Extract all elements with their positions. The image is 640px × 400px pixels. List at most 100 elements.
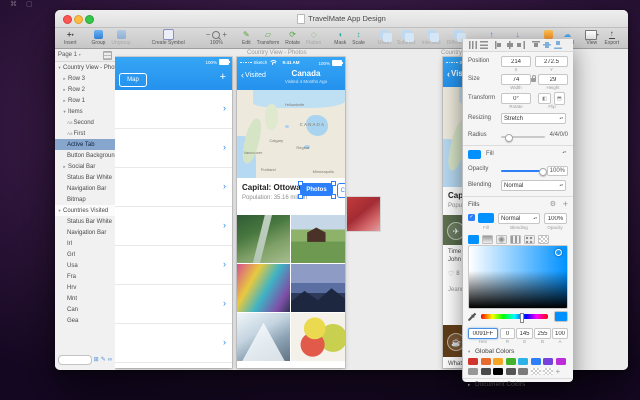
layer-row[interactable]: Usa (55, 260, 115, 271)
distribute-vertical-icon[interactable] (480, 41, 488, 49)
fill-type-pattern-tab[interactable] (524, 235, 535, 244)
photos-tab-button[interactable]: Photos (300, 183, 333, 196)
list-item[interactable]: › (115, 246, 232, 285)
add-fill-icon[interactable]: + (563, 199, 568, 209)
document-colors-header[interactable]: Document Colors (475, 381, 525, 388)
transform-button[interactable]: ▱ Transform (257, 29, 280, 46)
list-item[interactable]: › (115, 129, 232, 168)
loose-photo[interactable] (347, 197, 380, 231)
layer-row[interactable]: Bitmap (55, 194, 115, 205)
photo-mountains-dusk[interactable] (291, 264, 345, 312)
artboard-label-photos[interactable]: Country View - Photos (247, 50, 307, 56)
photo-forest[interactable] (237, 215, 290, 263)
layer-row[interactable]: Button Background (55, 150, 115, 161)
fill-swatch[interactable] (468, 150, 481, 159)
global-colors-header[interactable]: Global Colors (475, 348, 514, 355)
layer-row[interactable]: AaSecond (55, 117, 115, 128)
align-right-icon[interactable] (517, 41, 525, 49)
align-middle-icon[interactable] (543, 41, 551, 49)
fill-type-noise-tab[interactable] (538, 235, 549, 244)
constrain-lock-icon[interactable] (531, 78, 536, 82)
fill-blending-select[interactable]: Normal▴▾ (498, 213, 540, 224)
color-swatch[interactable] (493, 358, 503, 365)
list-item[interactable]: › (115, 324, 232, 363)
hue-slider[interactable] (481, 314, 548, 319)
grid-icon[interactable]: ⊞ (94, 357, 99, 363)
color-swatch[interactable] (481, 358, 491, 365)
page-selector[interactable]: Page 1 ▾ (55, 49, 115, 62)
layer-row[interactable]: Fra (55, 271, 115, 282)
zoom-in-icon[interactable]: + (222, 30, 227, 39)
insert-button[interactable]: +▾ Insert (64, 29, 77, 46)
photo-macarons[interactable] (291, 313, 345, 361)
layer-row[interactable]: Navigation Bar (55, 227, 115, 238)
layer-row[interactable]: ▸Row 1 (55, 95, 115, 106)
distribute-horizontal-icon[interactable] (469, 41, 477, 49)
alpha-input[interactable] (552, 328, 568, 339)
fill-type-linear-gradient-tab[interactable] (482, 235, 493, 244)
fill-enabled-checkbox[interactable]: ✓ (468, 214, 475, 221)
checkins-tab-button[interactable]: Check Ins (337, 183, 345, 198)
rotate-input[interactable] (501, 93, 531, 104)
list-item[interactable]: › (115, 363, 232, 368)
map-canada[interactable]: Yellowknife CANADA Calgary Regina Vancou… (237, 90, 345, 178)
page-list-toggle-icon[interactable] (103, 51, 112, 60)
align-left-icon[interactable] (495, 41, 503, 49)
zoom-control[interactable]: −+ 100% (206, 29, 227, 46)
transparent-swatch[interactable] (531, 368, 541, 375)
rotate-button[interactable]: ⟳ Rotate (285, 29, 300, 46)
infinity-icon[interactable]: ∞ (108, 357, 112, 363)
fill-color-swatch[interactable] (478, 213, 494, 223)
close-button[interactable] (63, 15, 72, 24)
like-icon[interactable]: ♡ (448, 270, 454, 278)
scale-button[interactable]: ↕ Scale (352, 29, 365, 46)
color-swatch[interactable] (556, 358, 566, 365)
transparent-swatch[interactable] (543, 368, 553, 375)
photo-snow-mountain[interactable] (237, 313, 290, 361)
minimize-button[interactable] (74, 15, 83, 24)
artboard-country-photos[interactable]: Sketch 9:41 AM 100% ‹Visited Canada Visi… (237, 57, 345, 368)
layer-search-input[interactable] (58, 355, 92, 365)
align-bottom-icon[interactable] (554, 41, 562, 49)
list-item[interactable]: › (115, 285, 232, 324)
back-button[interactable]: ‹Visited (241, 71, 266, 79)
eyedropper-icon[interactable] (468, 312, 477, 321)
view-button[interactable]: ▾ View (585, 29, 599, 46)
layer-row[interactable]: AaFirst (55, 128, 115, 139)
zoom-button[interactable] (85, 15, 94, 24)
add-button[interactable]: + (220, 71, 226, 83)
photo-barn[interactable] (291, 215, 345, 263)
color-swatch[interactable] (481, 368, 491, 375)
x-input[interactable] (501, 56, 531, 67)
fills-settings-gear-icon[interactable]: ⚙ (550, 200, 556, 208)
color-swatch[interactable] (506, 358, 516, 365)
align-center-icon[interactable] (506, 41, 514, 49)
fill-opacity-input[interactable] (544, 213, 567, 224)
add-color-icon[interactable]: + (556, 368, 561, 375)
color-swatch[interactable] (493, 368, 503, 375)
layer-row[interactable]: ▸Row 3 (55, 73, 115, 84)
layer-row[interactable]: Hrv (55, 282, 115, 293)
color-swatch[interactable] (543, 358, 553, 365)
layer-row[interactable]: Mnt (55, 293, 115, 304)
fill-type-radial-gradient-tab[interactable] (496, 235, 507, 244)
layer-row[interactable]: ▸Row 2 (55, 84, 115, 95)
pencil-icon[interactable]: ✎ (101, 357, 106, 363)
green-input[interactable] (516, 328, 533, 339)
saturation-brightness-picker[interactable] (468, 245, 568, 309)
list-item[interactable]: › (115, 207, 232, 246)
flip-horizontal-button[interactable]: ◧ (538, 93, 551, 104)
blue-input[interactable] (534, 328, 551, 339)
layer-row[interactable]: Irl (55, 238, 115, 249)
fill-type-solid-tab[interactable] (468, 235, 479, 244)
color-swatch[interactable] (506, 368, 516, 375)
hex-input[interactable] (468, 328, 498, 339)
edit-button[interactable]: ✎ Edit (242, 29, 251, 46)
layer-row[interactable]: Status Bar White (55, 172, 115, 183)
radius-slider[interactable] (501, 136, 545, 138)
layer-row[interactable]: ▾Country View - Photos (55, 62, 115, 73)
height-input[interactable] (538, 74, 568, 85)
artboard-countries-list[interactable]: 100% Map + › › › › › › › › (115, 57, 232, 368)
layer-row[interactable]: Navigation Bar (55, 183, 115, 194)
layer-row[interactable]: Status Bar White (55, 216, 115, 227)
